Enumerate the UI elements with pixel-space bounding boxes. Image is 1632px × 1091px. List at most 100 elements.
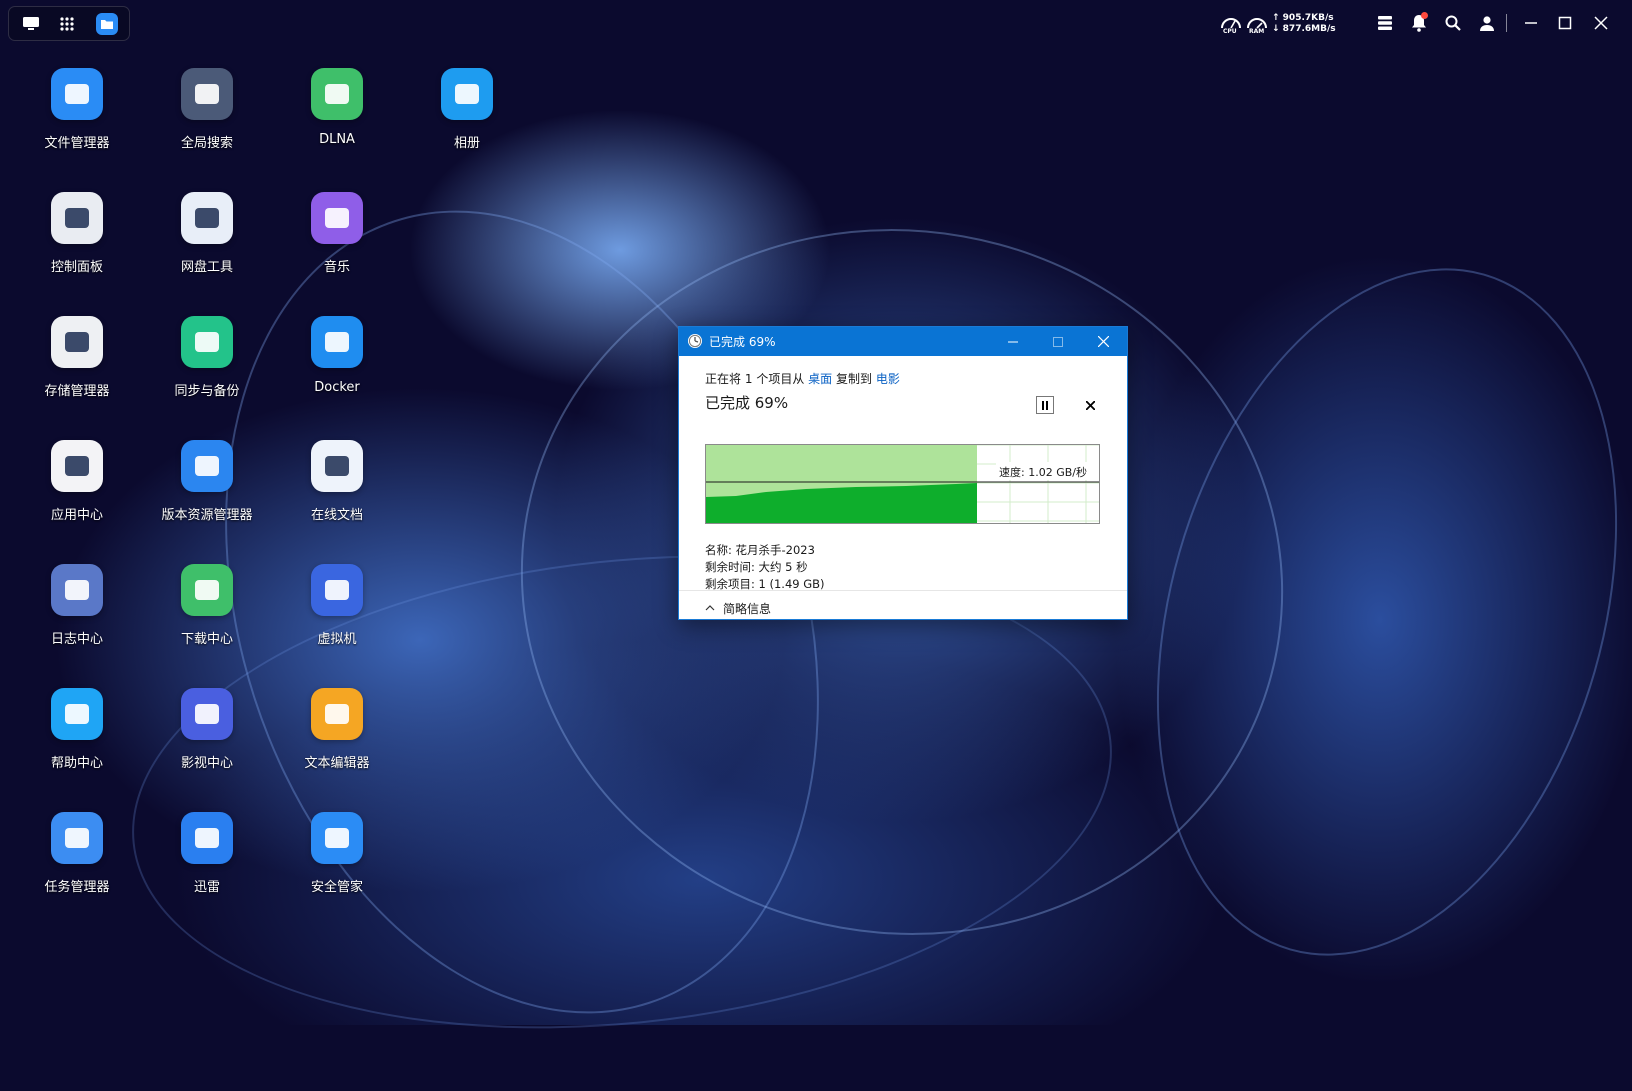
progress-status: 已完成 69% xyxy=(705,394,789,412)
cpu-label: CPU xyxy=(1223,28,1237,35)
dialog-body: 正在将 1 个项目从 桌面 复制到 电影 已完成 69% 速度: 1.02 GB… xyxy=(679,356,1127,618)
widgets-button[interactable] xyxy=(1374,12,1396,34)
monitor-icon xyxy=(23,16,39,30)
search-button[interactable] xyxy=(1442,12,1464,34)
dialog-divider xyxy=(679,590,1127,591)
music-icon xyxy=(311,192,363,244)
desktop-app-label: 影视中心 xyxy=(180,756,233,771)
desktop-app-label: 应用中心 xyxy=(50,508,103,523)
copy-description: 正在将 1 个项目从 桌面 复制到 电影 xyxy=(705,370,900,387)
cancel-copy-button[interactable] xyxy=(1082,397,1098,413)
dialog-title: 已完成 69% xyxy=(709,335,776,349)
desktop-app[interactable]: 虚拟机 xyxy=(272,564,402,647)
app-center-icon xyxy=(51,440,103,492)
desktop-app[interactable]: 文件管理器 xyxy=(12,68,142,151)
user-button[interactable] xyxy=(1476,12,1498,34)
time-remaining: 剩余时间: 大约 5 秒 xyxy=(705,560,808,574)
desktop-app[interactable]: DLNA xyxy=(272,68,402,147)
shield-icon xyxy=(311,812,363,864)
show-desktop-button[interactable] xyxy=(13,7,49,40)
desktop-app[interactable]: 影视中心 xyxy=(142,688,272,771)
desktop-app-label: 音乐 xyxy=(323,260,350,275)
details-toggle-button[interactable]: 简略信息 xyxy=(705,600,771,616)
video-icon xyxy=(181,688,233,740)
user-icon xyxy=(1480,16,1494,31)
folder-icon xyxy=(101,19,113,29)
desktop-app[interactable]: 版本资源管理器 xyxy=(142,440,272,523)
dialog-titlebar[interactable]: 已完成 69% xyxy=(679,327,1127,356)
copy-mid: 个项目从 xyxy=(756,372,805,386)
desktop-app[interactable]: 下载中心 xyxy=(142,564,272,647)
online-doc-icon xyxy=(311,440,363,492)
minimize-icon xyxy=(1008,341,1018,342)
desktop-app-label: 日志中心 xyxy=(50,632,103,647)
dialog-close-button[interactable] xyxy=(1081,327,1125,356)
copy-prefix: 正在将 xyxy=(705,372,742,386)
server-list-icon xyxy=(1378,16,1392,30)
desktop-app-label: 安全管家 xyxy=(310,880,363,895)
desktop-app[interactable]: 网盘工具 xyxy=(142,192,272,275)
desktop-app-label: 网盘工具 xyxy=(180,260,233,275)
grid-icon xyxy=(60,16,74,31)
desktop-app-label: 在线文档 xyxy=(310,508,363,523)
source-link[interactable]: 桌面 xyxy=(808,372,832,386)
desktop-app[interactable]: 应用中心 xyxy=(12,440,142,523)
copy-verb: 复制到 xyxy=(836,372,873,386)
taskbar-file-manager-button[interactable] xyxy=(89,7,125,40)
text-editor-icon xyxy=(311,688,363,740)
desktop-app-label: 版本资源管理器 xyxy=(161,508,253,523)
chevron-up-icon xyxy=(705,605,715,611)
sliders-icon xyxy=(51,192,103,244)
desktop-app[interactable]: 在线文档 xyxy=(272,440,402,523)
dialog-maximize-button[interactable] xyxy=(1036,327,1080,356)
speed-label: 速度: 1.02 GB/秒 xyxy=(999,466,1087,479)
maximize-icon xyxy=(1053,336,1063,347)
desktop-app[interactable]: 迅雷 xyxy=(142,812,272,895)
dlna-icon xyxy=(311,68,363,120)
desktop-app[interactable]: 文本编辑器 xyxy=(272,688,402,771)
desktop-app[interactable]: 相册 xyxy=(402,68,532,151)
desktop-app-label: 迅雷 xyxy=(193,880,220,895)
desktop-app[interactable]: 日志中心 xyxy=(12,564,142,647)
pause-button[interactable] xyxy=(1036,396,1054,414)
desktop-app-label: 虚拟机 xyxy=(317,632,357,647)
desktop-app-label: 全局搜索 xyxy=(180,136,233,151)
lightbulb-icon xyxy=(51,688,103,740)
desktop-app-label: 任务管理器 xyxy=(44,880,110,895)
close-icon xyxy=(1085,400,1095,410)
desktop-app-label: Docker xyxy=(314,380,360,395)
xunlei-icon xyxy=(181,812,233,864)
task-manager-icon xyxy=(51,812,103,864)
desktop-app[interactable]: 音乐 xyxy=(272,192,402,275)
minimize-icon xyxy=(1525,22,1537,24)
copy-progress-dialog: 已完成 69% 正在将 1 个项目从 桌面 复制到 电影 已完成 69% 速度:… xyxy=(678,326,1128,620)
search-list-icon xyxy=(181,68,233,120)
desktop-app[interactable]: 同步与备份 xyxy=(142,316,272,399)
desktop-app[interactable]: 安全管家 xyxy=(272,812,402,895)
desktop-app[interactable]: Docker xyxy=(272,316,402,395)
folder-icon xyxy=(51,68,103,120)
desktop-app-label: 同步与备份 xyxy=(174,384,240,399)
sync-icon xyxy=(181,316,233,368)
desktop-app-label: 下载中心 xyxy=(180,632,233,647)
desktop-app[interactable]: 存储管理器 xyxy=(12,316,142,399)
desktop-app-label: 文件管理器 xyxy=(44,136,110,151)
desktop-app[interactable]: 全局搜索 xyxy=(142,68,272,151)
transfer-speed-graph: 速度: 1.02 GB/秒 xyxy=(705,444,1100,524)
destination-link[interactable]: 电影 xyxy=(876,372,900,386)
storage-icon xyxy=(51,316,103,368)
desktop-app[interactable]: 帮助中心 xyxy=(12,688,142,771)
desktop-app-label: 存储管理器 xyxy=(44,384,110,399)
close-window-button[interactable] xyxy=(1590,12,1612,34)
dialog-minimize-button[interactable] xyxy=(991,327,1035,356)
desktop-app[interactable]: 任务管理器 xyxy=(12,812,142,895)
download-icon xyxy=(181,564,233,616)
minimize-window-button[interactable] xyxy=(1520,12,1542,34)
app-launcher-button[interactable] xyxy=(49,7,85,40)
pause-icon xyxy=(1042,400,1048,410)
log-icon xyxy=(51,564,103,616)
details-toggle-label: 简略信息 xyxy=(723,601,772,616)
maximize-window-button[interactable] xyxy=(1554,12,1576,34)
desktop-app[interactable]: 控制面板 xyxy=(12,192,142,275)
search-icon xyxy=(1445,15,1461,31)
